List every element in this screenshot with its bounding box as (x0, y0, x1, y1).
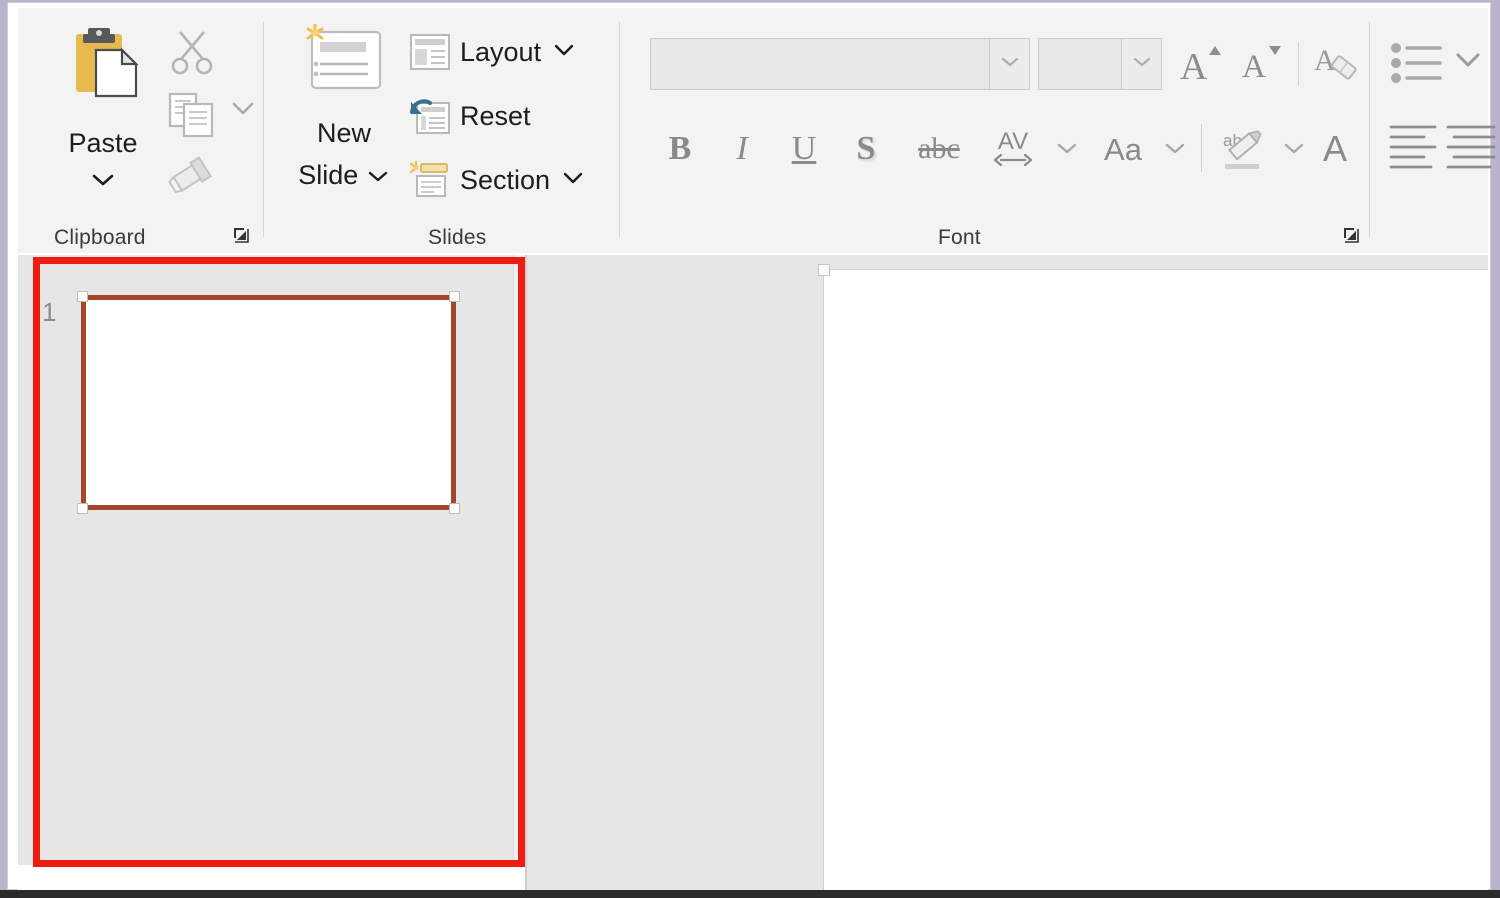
align-center-icon[interactable] (1444, 120, 1500, 172)
italic-label: I (736, 130, 748, 167)
ribbon-group-font: A A A B I U S abc AV Aa ab A Font (638, 16, 1368, 249)
group-separator (263, 22, 264, 237)
clear-formatting-icon[interactable]: A (1310, 38, 1366, 90)
text-shadow-icon[interactable]: S (838, 120, 894, 178)
layout-button[interactable]: Layout (408, 28, 577, 76)
strikethrough-label: abc (918, 132, 960, 165)
new-slide-label-line1: New (316, 118, 371, 148)
cut-button[interactable] (164, 26, 220, 78)
group-separator (619, 22, 620, 237)
section-dropdown-caret[interactable] (560, 170, 586, 191)
paste-button[interactable]: Paste (48, 20, 158, 200)
underline-icon[interactable]: U (776, 120, 832, 178)
paste-dropdown-caret[interactable] (48, 172, 158, 193)
slide-number-label: 1 (42, 297, 57, 327)
increase-font-size-icon[interactable]: A (1174, 38, 1228, 90)
font-group-label: Font (938, 226, 981, 249)
font-color-icon[interactable]: A (1310, 120, 1360, 178)
svg-text:A: A (1314, 44, 1336, 77)
svg-text:A: A (1180, 46, 1208, 87)
font-size-dropdown[interactable] (1122, 38, 1162, 90)
strikethrough-icon[interactable]: abc (904, 120, 974, 178)
resize-handle[interactable] (449, 503, 460, 514)
character-spacing-icon[interactable]: AV (980, 120, 1046, 178)
new-slide-icon (306, 23, 386, 100)
section-icon (408, 160, 452, 200)
window-bottom-edge (0, 890, 1500, 898)
chevron-down-icon (1132, 55, 1152, 73)
section-button-label: Section (460, 164, 551, 195)
double-arrow-icon (993, 153, 1033, 167)
separator (1201, 124, 1202, 172)
reset-button-label: Reset (460, 100, 531, 131)
resize-handle[interactable] (449, 291, 460, 302)
section-button[interactable]: Section (408, 156, 586, 204)
font-size-input[interactable] (1038, 38, 1122, 90)
clipboard-paste-icon (70, 26, 142, 112)
copy-button[interactable] (164, 88, 220, 140)
bullets-dropdown-caret[interactable] (1452, 50, 1486, 78)
format-painter-button[interactable] (164, 150, 224, 202)
layout-dropdown-caret[interactable] (551, 42, 577, 63)
text-highlight-dropdown-caret[interactable] (1278, 120, 1310, 178)
bold-label: B (668, 130, 692, 167)
dialog-launcher-icon[interactable] (232, 226, 252, 246)
resize-handle[interactable] (77, 291, 88, 302)
change-case-label: Aa (1104, 131, 1142, 167)
clipboard-group-label: Clipboard (54, 226, 146, 249)
slide-thumbnail-pane[interactable]: 1 (18, 255, 526, 865)
align-left-icon[interactable] (1386, 120, 1442, 172)
ribbon-group-paragraph (1380, 16, 1500, 216)
separator (1298, 42, 1299, 86)
reset-button[interactable]: Reset (408, 92, 531, 140)
underline-label: U (791, 130, 817, 167)
bold-icon[interactable]: B (652, 120, 708, 178)
slides-group-label: Slides (428, 226, 487, 249)
ribbon-home-tab: Paste Clipboard New Slide Layout Reset S… (18, 8, 1496, 259)
new-slide-button[interactable]: New Slide (288, 20, 400, 206)
chevron-down-icon (1000, 55, 1020, 73)
slide-editor[interactable] (527, 255, 1488, 891)
text-highlight-color-icon[interactable]: ab (1214, 120, 1276, 178)
resize-handle[interactable] (818, 264, 830, 276)
character-spacing-dropdown-caret[interactable] (1050, 120, 1084, 178)
decrease-font-size-icon[interactable]: A (1234, 38, 1288, 90)
text-shadow-label: S (856, 130, 876, 167)
font-color-label: A (1322, 128, 1347, 169)
change-case-icon[interactable]: Aa (1090, 120, 1156, 178)
workspace: 1 (18, 255, 1488, 891)
slide-thumbnail-1[interactable] (77, 291, 460, 514)
font-name-dropdown[interactable] (990, 38, 1030, 90)
slide-canvas[interactable] (818, 264, 1488, 891)
app-frame: Paste Clipboard New Slide Layout Reset S… (8, 3, 1496, 891)
svg-text:A: A (1242, 49, 1266, 85)
layout-icon (408, 32, 452, 72)
app-window: Paste Clipboard New Slide Layout Reset S… (0, 0, 1500, 898)
resize-handle[interactable] (77, 503, 88, 514)
copy-dropdown-caret[interactable] (226, 98, 260, 132)
ribbon-group-slides: New Slide Layout Reset Section Slides (280, 16, 620, 249)
new-slide-dropdown-caret[interactable] (366, 154, 390, 196)
ribbon-group-clipboard: Paste Clipboard (38, 16, 263, 249)
group-separator (1369, 22, 1370, 237)
font-name-input[interactable] (650, 38, 990, 90)
reset-icon (408, 96, 452, 136)
new-slide-label: New Slide (282, 112, 406, 196)
layout-button-label: Layout (460, 36, 542, 67)
dialog-launcher-icon[interactable] (1342, 226, 1362, 246)
bullets-icon[interactable] (1388, 38, 1448, 90)
italic-icon[interactable]: I (714, 120, 770, 178)
new-slide-label-line2: Slide (298, 160, 359, 190)
character-spacing-label: AV (997, 128, 1029, 155)
paste-button-label: Paste (68, 128, 138, 158)
change-case-dropdown-caret[interactable] (1158, 120, 1192, 178)
